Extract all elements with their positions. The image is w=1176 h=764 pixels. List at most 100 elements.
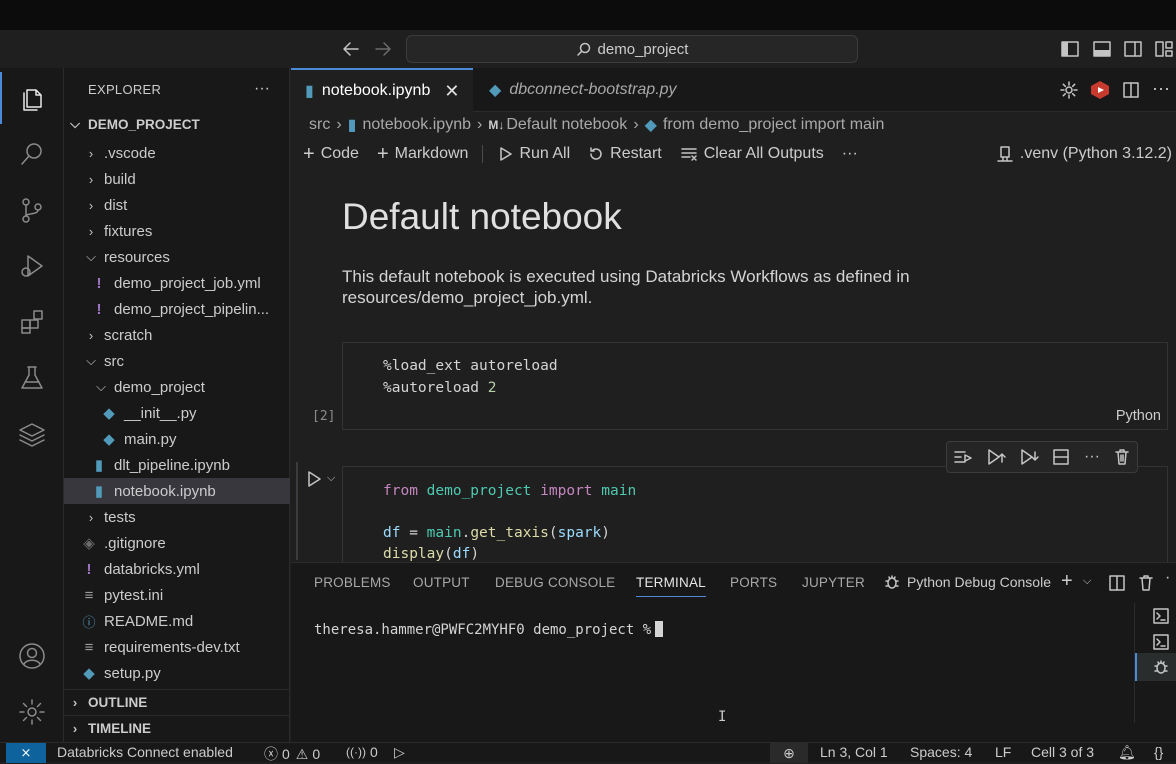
terminal-cursor [655, 621, 664, 637]
source-control-icon[interactable] [0, 184, 64, 236]
gear-icon[interactable] [1059, 80, 1079, 100]
toggle-secondary-sidebar-icon[interactable] [1123, 40, 1143, 58]
tree-file-main[interactable]: ◆ main.py [64, 426, 290, 452]
cursor-position[interactable]: Ln 3, Col 1 [820, 744, 888, 760]
ports-status[interactable]: ((·)) 0 [346, 744, 378, 760]
testing-flask-icon[interactable] [0, 352, 64, 404]
explorer-icon[interactable] [0, 72, 64, 124]
tree-file-demo-project-job[interactable]: ! demo_project_job.yml [64, 270, 290, 296]
databricks-stack-icon[interactable] [0, 408, 64, 460]
more-actions-icon[interactable]: ··· [254, 80, 270, 98]
more-actions-icon[interactable]: ··· [1084, 448, 1100, 466]
run-all-button[interactable]: Run All [497, 145, 570, 163]
tab-terminal[interactable]: TERMINAL [636, 575, 706, 597]
breadcrumb-notebook[interactable]: notebook.ipynb [362, 116, 471, 134]
tree-file-setup[interactable]: ◆ setup.py [64, 660, 290, 686]
databricks-run-icon[interactable] [1089, 79, 1111, 101]
back-arrow-icon[interactable] [340, 38, 362, 60]
tab-dbconnect-bootstrap[interactable]: ◆ dbconnect-bootstrap.py [475, 68, 695, 112]
active-terminal-item[interactable] [1135, 653, 1176, 681]
timeline-section[interactable]: › TIMELINE [64, 715, 290, 741]
tab-notebook[interactable]: ▮ notebook.ipynb ✕ [291, 68, 473, 112]
explorer-root-folder[interactable]: ⌵ DEMO_PROJECT [64, 111, 290, 137]
tree-folder-src[interactable]: ⌵ src [64, 348, 290, 374]
kill-terminal-trash-icon[interactable] [1137, 574, 1155, 592]
remote-indicator-icon[interactable]: ⨯ [6, 743, 46, 763]
terminal-output[interactable]: theresa.hammer@PWFC2MYHF0 demo_project % [314, 621, 664, 638]
indentation[interactable]: Spaces: 4 [910, 744, 972, 760]
tree-file-demo-project-pipeline[interactable]: ! demo_project_pipelin... [64, 296, 290, 322]
breadcrumb-default-notebook[interactable]: Default notebook [506, 116, 627, 134]
tab-debug-console[interactable]: DEBUG CONSOLE [495, 575, 615, 590]
tree-file-gitignore[interactable]: ◈ .gitignore [64, 530, 290, 556]
add-code-cell-button[interactable]: + Code [303, 143, 359, 166]
restart-button[interactable]: Restart [588, 145, 662, 163]
run-cell-button[interactable] [306, 470, 322, 488]
run-by-line-icon[interactable] [953, 448, 973, 466]
tree-folder-build[interactable]: › build [64, 166, 290, 192]
more-actions-icon[interactable]: ··· [842, 145, 858, 163]
tree-folder-fixtures[interactable]: › fixtures [64, 218, 290, 244]
tab-output[interactable]: OUTPUT [413, 575, 470, 590]
extensions-icon[interactable] [0, 296, 64, 348]
tree-folder-dist[interactable]: › dist [64, 192, 290, 218]
toggle-panel-icon[interactable] [1092, 40, 1112, 58]
run-debug-icon[interactable] [0, 240, 64, 292]
copilot-braces-icon[interactable]: {} [1154, 744, 1163, 760]
delete-cell-icon[interactable] [1113, 448, 1131, 466]
tree-folder-tests[interactable]: › tests [64, 504, 290, 530]
terminal-icon[interactable] [1152, 607, 1170, 625]
tree-file-notebook[interactable]: ▮ notebook.ipynb [64, 478, 290, 504]
new-terminal-plus-icon[interactable]: + [1061, 570, 1073, 593]
command-center[interactable]: demo_project [406, 35, 858, 63]
tree-file-requirements[interactable]: ≡ requirements-dev.txt [64, 634, 290, 660]
code-cell-2[interactable]: from demo_project import main df = main.… [342, 466, 1168, 562]
outline-section[interactable]: › OUTLINE [64, 689, 290, 715]
execute-above-icon[interactable] [986, 448, 1006, 466]
chevron-down-icon[interactable]: ⌵ [327, 472, 335, 485]
add-markdown-cell-button[interactable]: + Markdown [377, 143, 469, 166]
more-actions-icon[interactable]: ··· [1152, 78, 1170, 99]
cell-language-label[interactable]: Python [1116, 408, 1161, 424]
debug-launch-icon[interactable]: ▷ [394, 744, 405, 761]
split-cell-icon[interactable] [1051, 448, 1071, 466]
tree-file-dlt-pipeline[interactable]: ▮ dlt_pipeline.ipynb [64, 452, 290, 478]
terminal-icon[interactable] [1152, 633, 1170, 651]
tree-file-pytest-ini[interactable]: ≡ pytest.ini [64, 582, 290, 608]
toggle-primary-sidebar-icon[interactable] [1060, 40, 1080, 58]
chevron-down-icon[interactable]: ⌵ [1083, 575, 1091, 588]
split-terminal-icon[interactable] [1108, 574, 1126, 592]
more-actions-icon[interactable]: · [1165, 569, 1170, 587]
execute-below-icon[interactable] [1019, 448, 1039, 466]
end-of-line[interactable]: LF [995, 744, 1011, 760]
code-cell-1[interactable]: %load_ext autoreload %autoreload 2 Pytho… [342, 342, 1168, 430]
tree-folder-vscode[interactable]: › .vscode [64, 140, 290, 166]
tab-jupyter[interactable]: JUPYTER [802, 575, 865, 590]
kernel-picker[interactable]: .venv (Python 3.12.2) [996, 145, 1172, 163]
settings-gear-icon[interactable] [0, 686, 64, 738]
tree-file-init[interactable]: ◆ __init__.py [64, 400, 290, 426]
terminal-selector[interactable]: Python Debug Console [883, 573, 1051, 591]
search-view-icon[interactable] [0, 128, 64, 180]
tree-folder-demo-project[interactable]: ⌵ demo_project [64, 374, 290, 400]
breadcrumb-cell[interactable]: from demo_project import main [663, 116, 884, 134]
tree-file-databricks-yml[interactable]: ! databricks.yml [64, 556, 290, 582]
tree-folder-resources[interactable]: ⌵ resources [64, 244, 290, 270]
tab-ports[interactable]: PORTS [730, 575, 777, 590]
notifications-bell-icon[interactable]: 🔔︎ [1118, 744, 1136, 761]
tree-file-readme[interactable]: ⓘ README.md [64, 608, 290, 634]
accounts-icon[interactable] [0, 630, 64, 682]
forward-arrow-icon[interactable] [372, 38, 394, 60]
cell-indicator[interactable]: Cell 3 of 3 [1031, 744, 1094, 760]
tab-problems[interactable]: PROBLEMS [314, 575, 391, 590]
customize-layout-icon[interactable] [1154, 40, 1174, 58]
databricks-connect-status[interactable]: Databricks Connect enabled [57, 744, 233, 760]
breadcrumb-src[interactable]: src [309, 116, 330, 134]
terminal-tabs-list [1134, 603, 1176, 723]
clear-all-outputs-button[interactable]: Clear All Outputs [680, 145, 824, 163]
tree-folder-scratch[interactable]: › scratch [64, 322, 290, 348]
problems-status[interactable]: ⓧ 0 ⚠ 0 [264, 744, 320, 764]
zoom-icon[interactable]: ⊕ [770, 743, 808, 763]
split-editor-icon[interactable] [1121, 80, 1141, 100]
close-icon[interactable]: ✕ [444, 81, 459, 102]
